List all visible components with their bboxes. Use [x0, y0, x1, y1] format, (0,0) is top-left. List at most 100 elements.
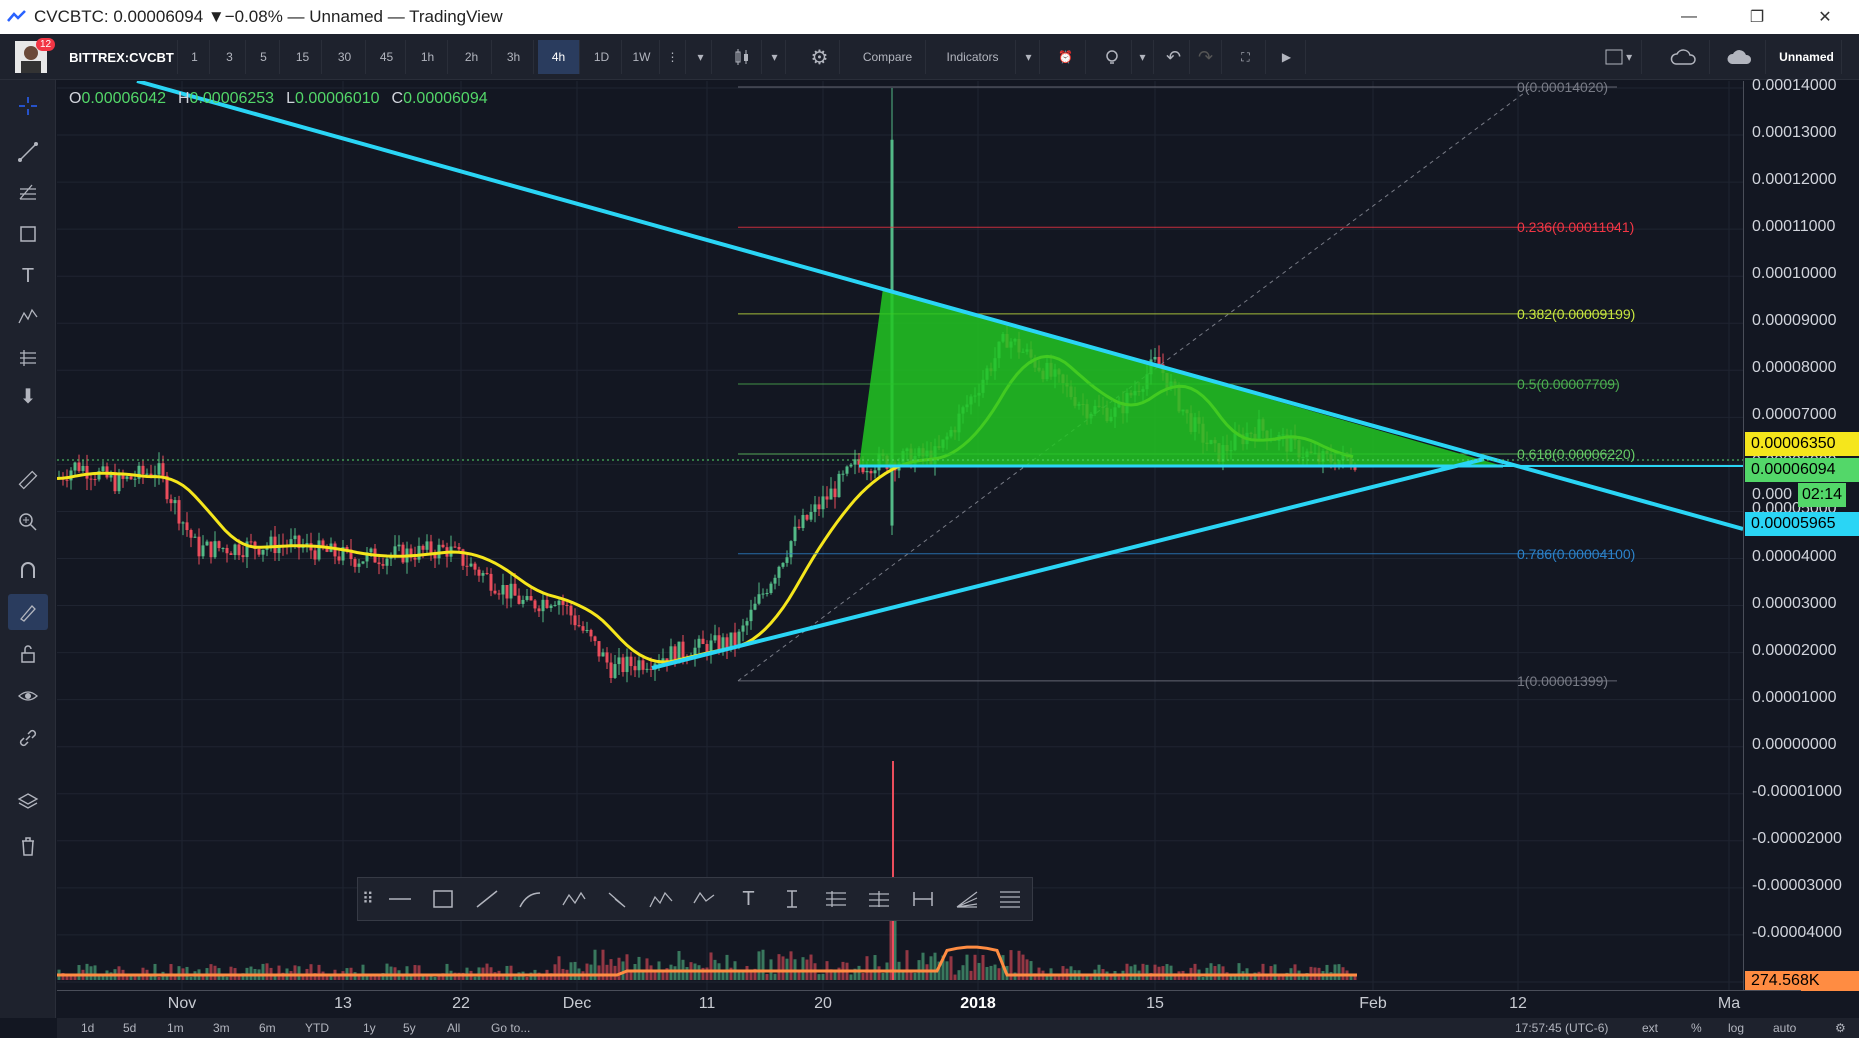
layout-select-icon[interactable]: ▾ — [1596, 40, 1642, 74]
rectangle-icon[interactable] — [0, 216, 56, 252]
candle-body — [601, 652, 605, 657]
range-1m[interactable]: 1m — [167, 1021, 184, 1035]
brush-tool-icon[interactable] — [509, 877, 553, 921]
more-intervals-button[interactable]: ⋮ — [660, 40, 686, 74]
interval-5[interactable]: 5 — [248, 40, 280, 74]
link-icon[interactable] — [0, 720, 56, 756]
candle-body — [757, 594, 761, 604]
undo-icon[interactable]: ↶ — [1158, 40, 1190, 74]
horizontal-line-icon[interactable] — [378, 877, 422, 921]
minimize-button[interactable]: — — [1655, 0, 1723, 34]
trend-line-icon[interactable] — [0, 134, 56, 170]
elliott-wave-icon[interactable] — [639, 877, 683, 921]
close-button[interactable]: ✕ — [1791, 0, 1859, 34]
top-toolbar: 12 BITTREX:CVCBT 1 3 5 15 30 45 1h 2h 3h 4h 1D 1W ⋮… — [0, 34, 1859, 80]
magnet-icon[interactable] — [0, 552, 56, 588]
candle-body — [261, 549, 265, 555]
settings-gear-icon[interactable]: ⚙ — [1835, 1021, 1846, 1035]
cloud-load-icon[interactable] — [1714, 40, 1766, 74]
intervals-dropdown-icon[interactable]: ▾ — [690, 40, 712, 74]
range-5y[interactable]: 5y — [403, 1021, 416, 1035]
rectangle-tool-icon[interactable] — [421, 877, 465, 921]
candle-body — [509, 583, 513, 599]
lock-icon[interactable] — [0, 636, 56, 672]
percent-toggle[interactable]: % — [1691, 1021, 1702, 1035]
eye-icon[interactable] — [0, 678, 56, 714]
crosshair-icon[interactable] — [0, 88, 56, 124]
candle-body — [729, 632, 733, 649]
fib-retracement-icon[interactable] — [814, 877, 858, 921]
arrow-down-icon[interactable]: ⬇ — [0, 378, 56, 414]
restore-button[interactable]: ❐ — [1723, 0, 1791, 34]
interval-1[interactable]: 1 — [180, 40, 210, 74]
text-tool-icon[interactable]: T — [727, 877, 771, 921]
range-5d[interactable]: 5d — [123, 1021, 136, 1035]
indicators-dropdown-icon[interactable]: ▾ — [1018, 40, 1040, 74]
ruler-icon[interactable] — [0, 462, 56, 498]
interval-30[interactable]: 30 — [324, 40, 366, 74]
gear-icon[interactable]: ⚙ — [800, 40, 840, 74]
snapshot-play-icon[interactable]: ▶ — [1268, 40, 1306, 74]
range-1y[interactable]: 1y — [363, 1021, 376, 1035]
candles-icon[interactable] — [722, 40, 762, 74]
text-icon[interactable]: T — [0, 258, 56, 294]
redo-icon[interactable]: ↷ — [1190, 40, 1222, 74]
interval-45[interactable]: 45 — [368, 40, 406, 74]
interval-1W[interactable]: 1W — [624, 40, 660, 74]
log-toggle[interactable]: log — [1728, 1021, 1744, 1035]
auto-toggle[interactable]: auto — [1773, 1021, 1796, 1035]
symbol-search[interactable]: BITTREX:CVCBT — [66, 40, 178, 74]
chart-pane[interactable]: 0(0.00014020) 0.236(0.00011041) 0.382(0.00… — [57, 81, 1801, 990]
range-6m[interactable]: 6m — [259, 1021, 276, 1035]
interval-1D[interactable]: 1D — [582, 40, 622, 74]
zoom-in-icon[interactable] — [0, 504, 56, 540]
interval-3[interactable]: 3 — [214, 40, 246, 74]
drag-handle-icon[interactable]: ⠿ — [358, 877, 378, 921]
trash-icon[interactable] — [0, 828, 56, 864]
interval-4h[interactable]: 4h — [538, 40, 580, 74]
range-all[interactable]: All — [447, 1021, 460, 1035]
ideas-dropdown-icon[interactable]: ▾ — [1132, 40, 1154, 74]
interval-2h[interactable]: 2h — [452, 40, 492, 74]
cloud-save-icon[interactable] — [1658, 40, 1710, 74]
layers-icon[interactable] — [0, 784, 56, 820]
indicators-button[interactable]: Indicators — [930, 40, 1016, 74]
ext-toggle[interactable]: ext — [1642, 1021, 1658, 1035]
range-3m[interactable]: 3m — [213, 1021, 230, 1035]
price-range-icon[interactable] — [770, 877, 814, 921]
range-1d[interactable]: 1d — [81, 1021, 94, 1035]
volume-bar — [1053, 976, 1057, 980]
date-range-icon[interactable] — [901, 877, 945, 921]
triangle-pattern-icon[interactable] — [596, 877, 640, 921]
fib-levels-icon[interactable] — [988, 877, 1032, 921]
candle-body — [385, 558, 389, 566]
candle-body — [525, 596, 529, 600]
fullscreen-icon[interactable]: ⛶ — [1226, 40, 1266, 74]
stay-in-drawing-mode-icon[interactable] — [8, 594, 48, 630]
clock-timezone[interactable]: 17:57:45 (UTC-6) — [1515, 1021, 1608, 1035]
time-axis[interactable]: Nov 13 22 Dec 11 20 2018 15 Feb 12 Ma — [57, 990, 1801, 1018]
price-chart[interactable]: 0(0.00014020) 0.236(0.00011041) 0.382(0.00… — [57, 81, 1743, 990]
alert-icon[interactable]: ⏰ — [1046, 40, 1086, 74]
range-ytd[interactable]: YTD — [305, 1021, 329, 1035]
volume-bar — [1261, 963, 1265, 980]
lightbulb-icon[interactable] — [1092, 40, 1132, 74]
pattern-icon[interactable] — [0, 298, 56, 334]
interval-15[interactable]: 15 — [284, 40, 322, 74]
interval-1h[interactable]: 1h — [408, 40, 448, 74]
compare-button[interactable]: Compare — [850, 40, 926, 74]
layout-name[interactable]: Unnamed — [1772, 40, 1842, 74]
user-avatar[interactable]: 12 — [8, 38, 56, 74]
volume-bar — [1301, 976, 1305, 980]
prediction-icon[interactable] — [0, 340, 56, 376]
fib-fan-icon[interactable] — [945, 877, 989, 921]
pitchfork-icon[interactable] — [0, 174, 56, 210]
line-tool-icon[interactable] — [465, 877, 509, 921]
abcd-pattern-icon[interactable] — [552, 877, 596, 921]
price-axis[interactable]: 0.00014000 0.00013000 0.00012000 0.00011000… — [1743, 77, 1859, 991]
interval-3h[interactable]: 3h — [494, 40, 534, 74]
chart-type-dropdown-icon[interactable]: ▾ — [764, 40, 786, 74]
corrective-wave-icon[interactable] — [683, 877, 727, 921]
goto-date-button[interactable]: Go to... — [491, 1021, 530, 1035]
fib-extension-icon[interactable] — [858, 877, 902, 921]
